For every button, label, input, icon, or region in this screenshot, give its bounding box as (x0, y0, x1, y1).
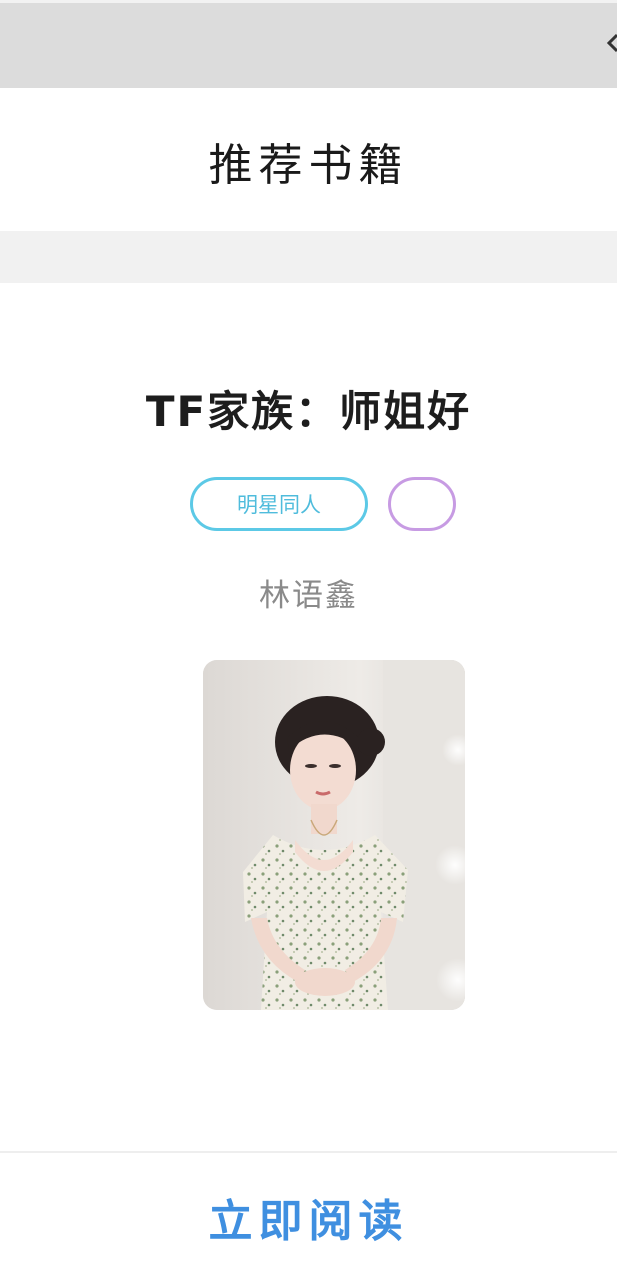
tag-secondary[interactable] (388, 477, 456, 531)
author-name: 林语鑫 (259, 578, 358, 614)
page-title: 推荐书籍 (208, 139, 409, 191)
book-recommendation-page: 推荐书籍 TF家族：师姐好 明星同人 林语鑫 立即阅读 (0, 0, 617, 1280)
header: 推荐书籍 (0, 88, 617, 231)
top-bar (0, 0, 617, 88)
tag-genre[interactable]: 明星同人 (190, 477, 368, 531)
book-cover-image[interactable] (203, 660, 465, 1010)
tag-list: 明星同人 (190, 477, 456, 531)
back-chevron-icon[interactable] (603, 25, 617, 61)
read-now-label: 立即阅读 (208, 1195, 409, 1247)
book-title: TF家族：师姐好 (145, 387, 472, 436)
section-divider (0, 231, 617, 283)
read-now-button[interactable]: 立即阅读 (0, 1153, 617, 1280)
